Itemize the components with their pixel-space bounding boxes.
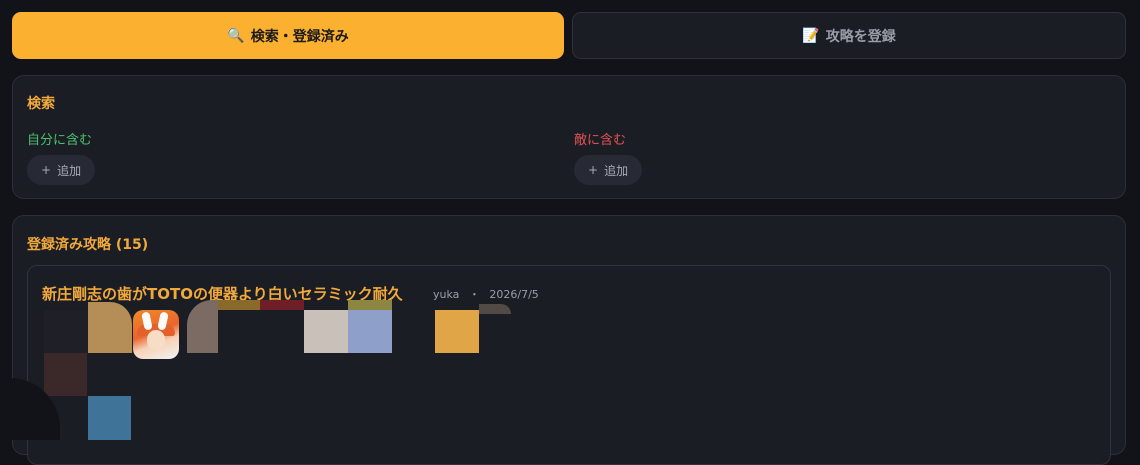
tab-register-strategy[interactable]: 📝 攻略を登録	[572, 12, 1126, 59]
tab-search-registered-label: 検索・登録済み	[250, 28, 349, 45]
strategy-card[interactable]: 新庄剛志の歯がTOTOの便器より白いセラミック耐久 yuka ・ 2026/7/…	[27, 265, 1111, 465]
search-panel: 検索 自分に含む 敵に含む + 追加 + 追加	[12, 75, 1126, 199]
self-includes-label: 自分に含む	[27, 133, 93, 148]
strategy-card-title: 新庄剛志の歯がTOTOの便器より白いセラミック耐久	[42, 285, 403, 303]
add-self-label: 追加	[57, 163, 82, 178]
search-icon: 🔍	[227, 27, 245, 44]
registered-list-title: 登録済み攻略 (15)	[27, 237, 149, 253]
document-icon: 📝	[802, 27, 820, 44]
meta-separator: ・	[468, 288, 480, 301]
tab-register-strategy-label: 攻略を登録	[825, 28, 896, 45]
registered-list-panel: 登録済み攻略 (15) 新庄剛志の歯がTOTOの便器より白いセラミック耐久 yu…	[12, 215, 1126, 465]
add-enemy-label: 追加	[604, 163, 629, 178]
plus-icon: +	[588, 163, 599, 177]
tab-search-registered[interactable]: 🔍 検索・登録済み	[12, 12, 564, 59]
mode-tabs: 🔍 検索・登録済み 📝 攻略を登録	[12, 12, 1126, 59]
card-date: 2026/7/5	[489, 288, 539, 301]
add-self-button[interactable]: + 追加	[27, 155, 96, 185]
enemy-includes-label: 敵に含む	[574, 133, 627, 148]
plus-icon: +	[41, 163, 52, 177]
search-title: 検索	[27, 96, 55, 112]
card-author: yuka	[433, 288, 460, 301]
add-enemy-button[interactable]: + 追加	[574, 155, 643, 185]
strategy-card-meta: yuka ・ 2026/7/5	[433, 286, 539, 302]
